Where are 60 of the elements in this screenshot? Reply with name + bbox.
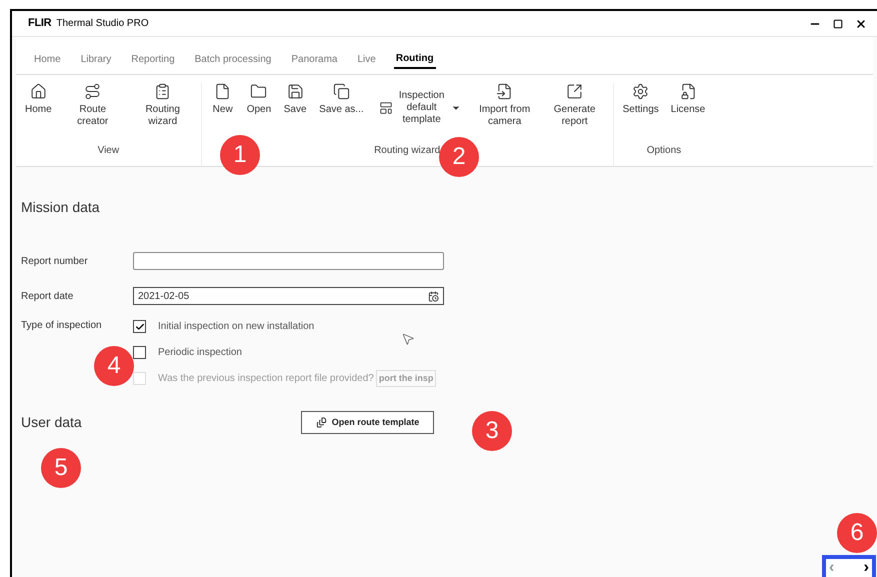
field-label: Report number [21,254,89,268]
section-title: Mission data [21,198,101,217]
open-route-template-button[interactable]: Open route template [301,411,434,434]
ribbon-button[interactable]: Settings [618,83,664,116]
ribbon-tab[interactable]: Home [32,49,63,69]
group-label: Routing wizard [374,144,440,158]
callout-badge: 6 [837,513,877,553]
input-field[interactable] [133,252,444,270]
date-field[interactable]: 2021-02-05 [133,287,444,305]
checkbox[interactable] [133,346,146,359]
window-title: Thermal Studio PRO [56,17,149,31]
checkbox-label: Was the previous inspection report file provided? [158,372,374,386]
template-dropdown[interactable]: Inspection default template [370,83,469,133]
clipboard-icon [154,83,172,100]
cursor-icon [401,332,415,346]
calendar-icon [428,290,439,302]
export-icon [566,83,584,100]
ribbon-tab[interactable]: Reporting [129,49,177,69]
ribbon-button[interactable]: Home [20,83,57,116]
next-button[interactable]: › [864,560,869,576]
close-icon[interactable] [855,18,867,30]
maximize-icon[interactable] [833,18,843,28]
group-label: View [98,144,120,158]
app-logo: FLIR [28,16,52,32]
callout-badge: 4 [94,346,134,386]
template-icon [316,417,327,428]
group-label: Options [646,144,682,158]
route-icon [84,83,102,100]
settings-icon [632,83,650,100]
ribbon-tab[interactable]: Library [78,49,114,69]
ribbon-button[interactable]: Save as... [314,83,369,116]
field-label: Report date [21,290,74,304]
folder-icon [250,83,268,100]
section-title: User data [21,413,83,432]
ribbon-tab[interactable]: Panorama [289,49,340,69]
checkbox[interactable] [133,320,146,333]
ribbon-button[interactable]: Generate report [540,83,609,128]
ribbon-button[interactable]: Import from camera [470,83,539,128]
import-icon [496,83,514,100]
ribbon-button[interactable]: Routing wizard [128,83,197,128]
ribbon-tab[interactable]: Batch processing [192,49,274,69]
home-icon [30,83,47,100]
license-icon [680,83,696,100]
ribbon-tab[interactable]: Live [355,49,378,69]
ribbon-tab[interactable]: Routing [394,49,436,69]
callout-badge: 5 [41,448,81,488]
check-icon [134,322,144,332]
ribbon-button[interactable]: Save [278,83,312,116]
checkbox-label: Initial inspection on new installation [158,320,314,334]
ribbon-button[interactable]: Route creator [58,83,127,128]
checkbox-label: Periodic inspection [158,346,242,360]
template-icon [378,101,393,115]
new-file-icon [214,83,232,100]
save-as-icon [332,83,350,100]
ribbon-button[interactable]: Open [242,83,276,116]
field-label: Type of inspection [21,319,103,332]
ribbon-button[interactable]: License [666,83,710,116]
ribbon-button[interactable]: New [206,83,240,116]
save-icon [286,83,304,100]
callout-badge: 3 [472,411,512,451]
